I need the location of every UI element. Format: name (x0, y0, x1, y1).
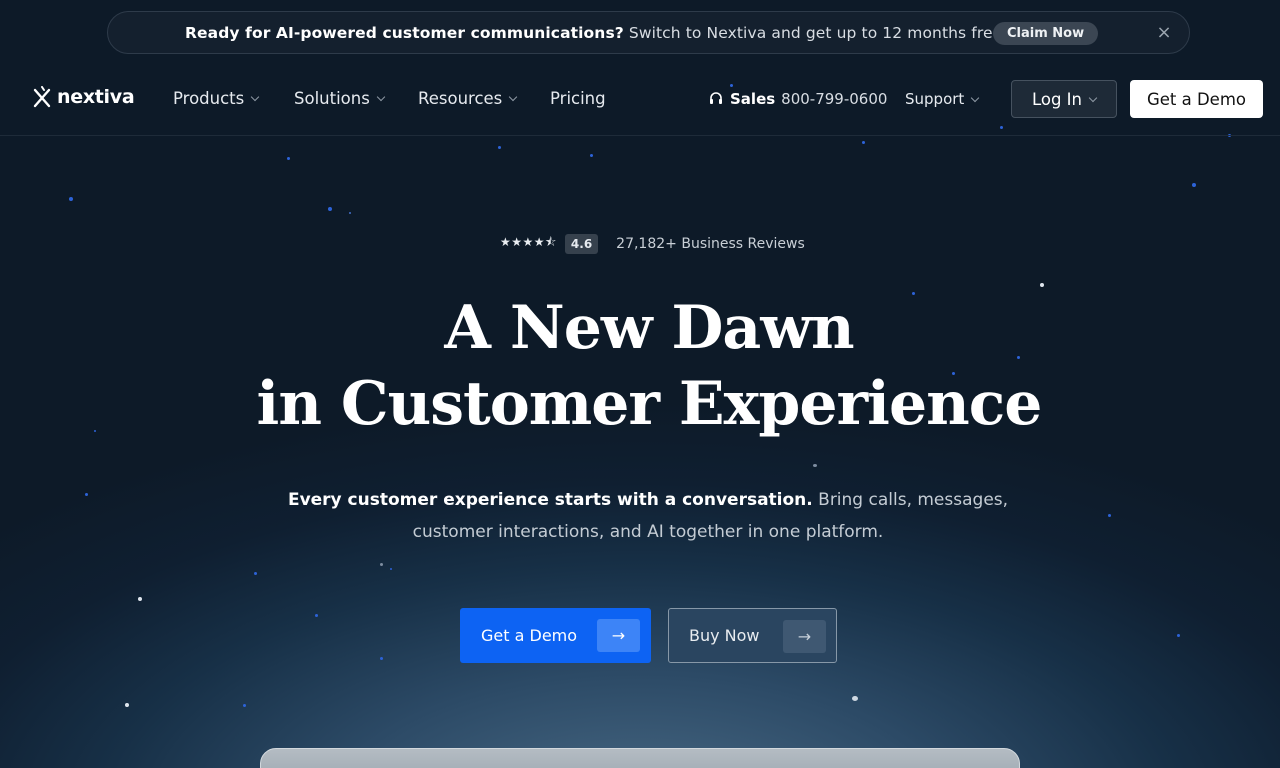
nav-pricing[interactable]: Pricing (550, 89, 606, 108)
hero-subtitle-bold: Every customer experience starts with a … (287, 490, 813, 510)
logo-text: nextiva (57, 86, 135, 108)
nextiva-logo-icon (33, 86, 51, 108)
login-label: Log In (1031, 89, 1083, 109)
sales-phone-link[interactable]: Sales 800-799-0600 (708, 90, 887, 108)
login-button[interactable]: Log In (1011, 80, 1117, 118)
chevron-down-icon (1088, 93, 1098, 102)
chevron-down-icon (971, 93, 980, 102)
rating-score-badge: 4.6 (564, 233, 599, 254)
nav-pricing-label: Pricing (550, 89, 606, 108)
main-nav: nextiva Products Solutions Resources Pri… (0, 62, 1280, 136)
arrow-right-icon: → (597, 619, 640, 652)
product-preview-card (260, 748, 1020, 768)
announcement-body-text: Switch to Nextiva and get up to 12 month… (623, 24, 1008, 42)
get-demo-nav-button[interactable]: Get a Demo (1130, 80, 1263, 118)
support-label: Support (905, 90, 965, 108)
sales-phone: 800-799-0600 (781, 90, 888, 108)
nav-support[interactable]: Support (905, 90, 980, 108)
hero-title: A New Dawn in Customer Experience (0, 290, 1280, 442)
rating-summary: ★★★★⯪ 4.6 27,182+ Business Reviews (500, 233, 805, 254)
chevron-down-icon (509, 92, 518, 102)
nextiva-logo[interactable]: nextiva (33, 86, 135, 108)
hero-subtitle: Every customer experience starts with a … (280, 484, 1016, 548)
buy-now-button[interactable]: Buy Now → (668, 608, 837, 663)
nav-resources-label: Resources (418, 89, 503, 108)
nav-products-label: Products (173, 89, 245, 108)
hero-title-line1: A New Dawn (444, 293, 854, 363)
nav-solutions-label: Solutions (294, 89, 370, 108)
announcement-bar: Ready for AI-powered customer communicat… (107, 11, 1190, 54)
chevron-down-icon (251, 92, 260, 102)
nav-products[interactable]: Products (173, 89, 260, 108)
announcement-text: Ready for AI-powered customer communicat… (185, 24, 1007, 42)
announcement-bold-text: Ready for AI-powered customer communicat… (185, 24, 624, 42)
close-icon[interactable]: × (1154, 22, 1174, 44)
headset-icon (710, 92, 722, 104)
nav-solutions[interactable]: Solutions (294, 89, 386, 108)
sales-label: Sales (730, 90, 776, 108)
nav-resources[interactable]: Resources (418, 89, 518, 108)
arrow-right-icon: → (783, 620, 826, 653)
chevron-down-icon (376, 92, 386, 102)
review-count: 27,182+ Business Reviews (616, 235, 805, 252)
get-demo-label: Get a Demo (481, 626, 578, 645)
rating-stars-icon: ★★★★⯪ (500, 235, 557, 249)
claim-now-button[interactable]: Claim Now (993, 22, 1099, 45)
buy-now-label: Buy Now (689, 626, 760, 645)
get-demo-button[interactable]: Get a Demo → (460, 608, 651, 663)
hero-title-line2: in Customer Experience (256, 369, 1043, 439)
